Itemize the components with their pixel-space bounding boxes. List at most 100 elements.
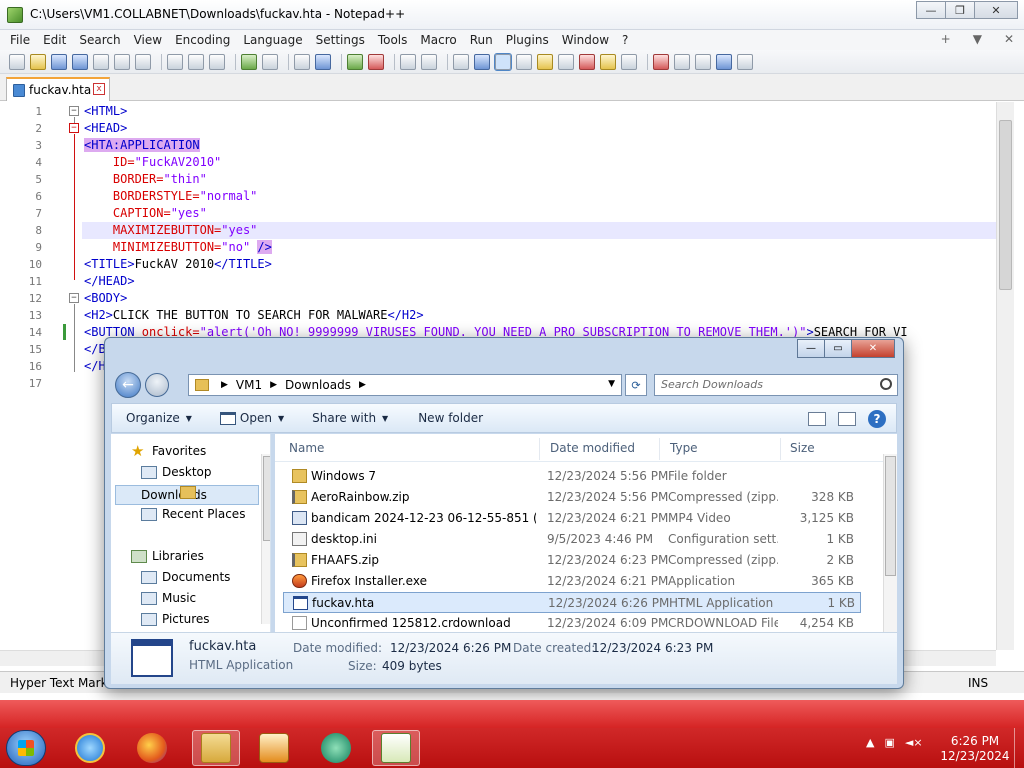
nav-favorites[interactable]: ★ Favorites — [131, 443, 206, 458]
sync-vertical-icon[interactable] — [400, 53, 416, 70]
tab-list-chevron-icon[interactable]: ▼ — [973, 32, 982, 46]
organize-button[interactable]: Organize ▼ — [126, 411, 192, 425]
volume-muted-icon[interactable]: ◄× — [905, 736, 923, 749]
monitoring-icon[interactable] — [621, 53, 637, 70]
taskbar-app[interactable] — [312, 730, 360, 766]
menu-edit[interactable]: Edit — [43, 33, 66, 47]
play-macro-icon[interactable] — [695, 53, 711, 70]
title-bar[interactable]: C:\Users\VM1.COLLABNET\Downloads\fuckav.… — [0, 0, 1024, 30]
print-icon[interactable] — [135, 53, 151, 70]
nav-desktop[interactable]: Desktop — [141, 465, 212, 479]
close-file-icon[interactable] — [93, 53, 109, 70]
record-macro-icon[interactable] — [653, 53, 669, 70]
menu-macro[interactable]: Macro — [420, 33, 456, 47]
save-icon[interactable] — [51, 53, 67, 70]
nav-downloads[interactable]: Downloads — [115, 485, 259, 505]
start-button[interactable] — [6, 730, 46, 766]
menu-encoding[interactable]: Encoding — [175, 33, 230, 47]
scroll-thumb[interactable] — [999, 120, 1012, 290]
taskbar-explorer[interactable] — [192, 730, 240, 766]
function-list-icon[interactable] — [579, 53, 595, 70]
nav-music[interactable]: Music — [141, 591, 196, 605]
vertical-scrollbar[interactable] — [996, 102, 1014, 650]
indent-guide-icon[interactable] — [494, 52, 512, 71]
share-with-button[interactable]: Share with ▼ — [312, 411, 388, 425]
cut-icon[interactable] — [167, 53, 183, 70]
nav-scrollbar[interactable] — [261, 454, 270, 624]
taskbar-firefox[interactable] — [128, 730, 176, 766]
column-size[interactable]: Size — [790, 441, 815, 455]
menu-plugins[interactable]: Plugins — [506, 33, 549, 47]
menu-tools[interactable]: Tools — [378, 33, 408, 47]
tab-fuckav-hta[interactable]: fuckav.hta x — [6, 77, 110, 101]
udl-icon[interactable] — [516, 53, 532, 70]
preview-pane-icon[interactable] — [838, 412, 856, 426]
document-map-icon[interactable] — [537, 53, 553, 70]
address-dropdown-icon[interactable]: ▼ — [608, 379, 615, 389]
stop-macro-icon[interactable] — [674, 53, 690, 70]
fold-collapse-icon[interactable]: − — [69, 293, 79, 303]
file-row[interactable]: desktop.ini 9/5/2023 4:46 PM Configuration… — [283, 529, 861, 550]
file-row-selected[interactable]: fuckav.hta 12/23/2024 6:26 PM HTML Applica… — [283, 592, 861, 613]
redo-icon[interactable] — [262, 53, 278, 70]
refresh-button[interactable]: ⟳ — [625, 374, 647, 396]
menu-window[interactable]: Window — [562, 33, 609, 47]
open-file-icon[interactable] — [30, 53, 46, 70]
menu-search[interactable]: Search — [79, 33, 120, 47]
minimize-button[interactable]: — — [916, 1, 946, 19]
change-view-icon[interactable] — [808, 412, 826, 426]
file-row[interactable]: Firefox Installer.exe 12/23/2024 6:21 PM A… — [283, 571, 861, 592]
forward-button[interactable] — [145, 373, 169, 397]
menu-file[interactable]: File — [10, 33, 30, 47]
sync-horizontal-icon[interactable] — [421, 53, 437, 70]
save-all-icon[interactable] — [72, 53, 88, 70]
open-button[interactable]: Open ▼ — [219, 411, 284, 425]
explorer-window[interactable]: — ▭ ✕ ← ▶ VM1 ▶ Downloads ▶ ▼ ⟳ Search D… — [104, 337, 904, 689]
clock[interactable]: 6:26 PM 12/23/2024 — [940, 734, 1010, 764]
file-row[interactable]: Unconfirmed 125812.crdownload 12/23/2024 … — [283, 613, 861, 632]
menu-view[interactable]: View — [134, 33, 162, 47]
help-icon[interactable]: ? — [868, 410, 886, 428]
breadcrumb-downloads[interactable]: Downloads — [285, 378, 351, 392]
find-icon[interactable] — [294, 53, 310, 70]
fold-collapse-icon[interactable]: − — [69, 106, 79, 116]
nav-documents[interactable]: Documents — [141, 570, 230, 584]
search-input[interactable]: Search Downloads — [654, 374, 898, 396]
breadcrumb-vm1[interactable]: VM1 — [236, 378, 262, 392]
close-all-icon[interactable] — [114, 53, 130, 70]
show-hidden-icons[interactable]: ▲ — [866, 736, 874, 749]
document-list-icon[interactable] — [558, 53, 574, 70]
column-date-modified[interactable]: Date modified — [550, 441, 635, 455]
menu-settings[interactable]: Settings — [316, 33, 365, 47]
column-type[interactable]: Type — [670, 441, 698, 455]
explorer-close-button[interactable]: ✕ — [851, 339, 895, 358]
word-wrap-icon[interactable] — [453, 53, 469, 70]
close-document-icon[interactable]: ✕ — [1004, 32, 1014, 46]
maximize-button[interactable]: ❐ — [945, 1, 975, 19]
nav-libraries[interactable]: Libraries — [131, 549, 204, 563]
network-icon[interactable]: ▣ — [884, 736, 894, 749]
explorer-minimize-button[interactable]: — — [797, 339, 825, 358]
new-folder-button[interactable]: New folder — [418, 411, 483, 425]
zoom-out-icon[interactable] — [368, 53, 384, 70]
file-row[interactable]: AeroRainbow.zip 12/23/2024 5:56 PM Compres… — [283, 487, 861, 508]
run-macro-multiple-icon[interactable] — [716, 53, 732, 70]
column-name[interactable]: Name — [289, 441, 324, 455]
close-button[interactable]: ✕ — [974, 1, 1018, 19]
show-desktop-button[interactable] — [1014, 728, 1024, 768]
new-file-icon[interactable] — [9, 53, 25, 70]
nav-recent-places[interactable]: Recent Places — [141, 507, 245, 521]
undo-icon[interactable] — [241, 53, 257, 70]
replace-icon[interactable] — [315, 53, 331, 70]
paste-icon[interactable] — [209, 53, 225, 70]
copy-icon[interactable] — [188, 53, 204, 70]
taskbar-internet-explorer[interactable] — [66, 730, 114, 766]
search-icon[interactable] — [880, 378, 892, 390]
taskbar-notepadpp[interactable] — [372, 730, 420, 766]
tab-close-icon[interactable]: x — [93, 83, 105, 95]
address-bar[interactable]: ▶ VM1 ▶ Downloads ▶ ▼ — [188, 374, 622, 396]
explorer-maximize-button[interactable]: ▭ — [824, 339, 852, 358]
folder-as-workspace-icon[interactable] — [600, 53, 616, 70]
taskbar-media-player[interactable] — [250, 730, 298, 766]
file-row[interactable]: FHAAFS.zip 12/23/2024 6:23 PM Compressed (… — [283, 550, 861, 571]
